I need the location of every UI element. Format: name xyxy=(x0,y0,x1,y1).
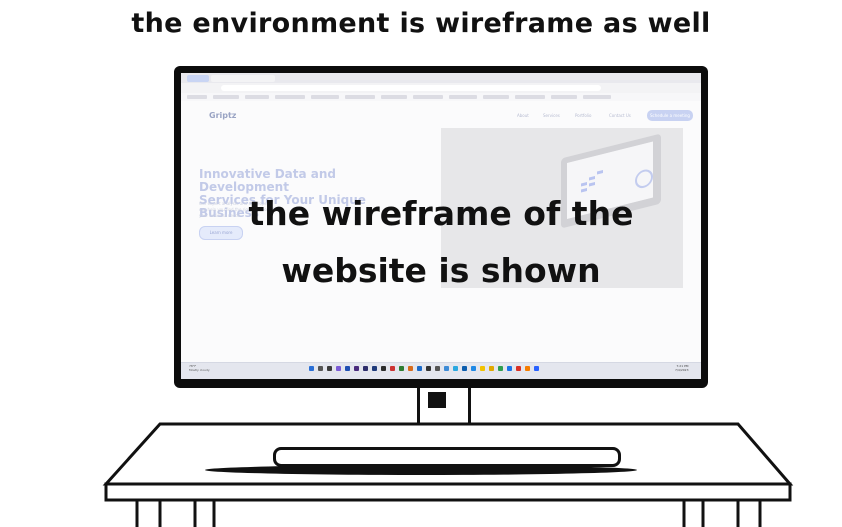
monitor-stand-base xyxy=(273,447,621,467)
table-top-edge xyxy=(104,482,792,502)
